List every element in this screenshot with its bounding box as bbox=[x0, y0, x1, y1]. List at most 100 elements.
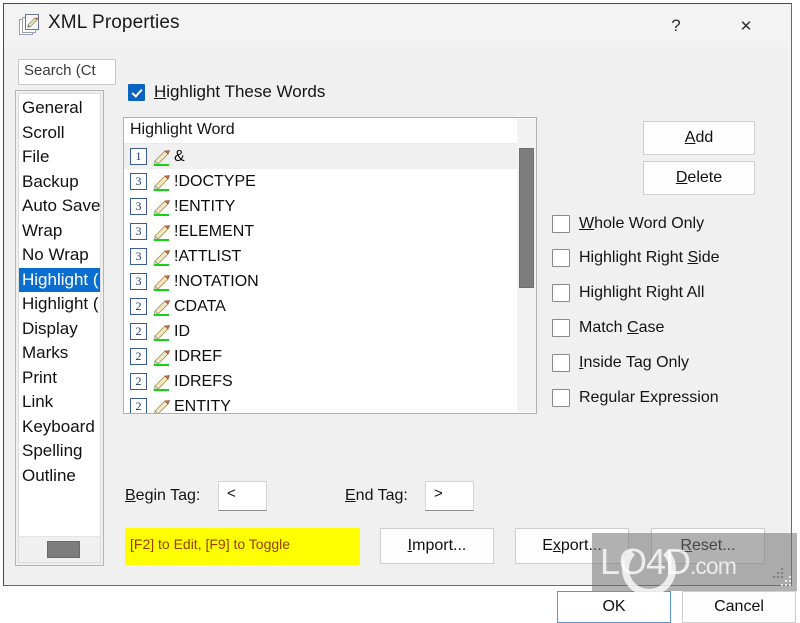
option-highlight-right-side[interactable]: Highlight Right Side bbox=[552, 249, 720, 267]
category-list-panel: General Scroll File Backup Auto Save Wrap No W… bbox=[15, 90, 104, 566]
option-label: Highlight Right Side bbox=[579, 249, 720, 266]
highlight-level-badge: 3 bbox=[130, 198, 147, 215]
sidebar-item-marks[interactable]: Marks bbox=[19, 341, 100, 366]
pencil-icon bbox=[152, 223, 172, 241]
highlight-word-row[interactable]: 3 !ATTLIST bbox=[124, 244, 517, 269]
export-button-label: Export... bbox=[542, 537, 602, 554]
title-bar: XML Properties ? ✕ bbox=[4, 4, 791, 47]
highlight-word-text: ID bbox=[174, 322, 190, 340]
pencil-icon bbox=[152, 348, 172, 366]
word-list-scroll-thumb[interactable] bbox=[519, 148, 534, 288]
sidebar-item-highlight[interactable]: Highlight ( bbox=[19, 292, 100, 317]
checkbox-box[interactable] bbox=[552, 215, 570, 233]
sidebar-item-no-wrap[interactable]: No Wrap bbox=[19, 243, 100, 268]
option-whole-word-only[interactable]: Whole Word Only bbox=[552, 215, 704, 233]
highlight-word-row[interactable]: 2 ID bbox=[124, 319, 517, 344]
highlight-word-text: !DOCTYPE bbox=[174, 172, 256, 190]
screenshot-root: XML Properties ? ✕ Search (Ct General Scr… bbox=[0, 0, 800, 623]
checkbox-box[interactable] bbox=[552, 284, 570, 302]
checkbox-box[interactable] bbox=[552, 354, 570, 372]
option-regular-expression[interactable]: Regular Expression bbox=[552, 389, 719, 407]
highlight-word-text: CDATA bbox=[174, 297, 226, 315]
sidebar-item-keyboard[interactable]: Keyboard bbox=[19, 415, 100, 440]
export-button[interactable]: Export... bbox=[515, 528, 629, 564]
search-input[interactable]: Search (Ct bbox=[18, 59, 116, 85]
highlight-word-list-panel: Highlight Word 1 & 3 !DOCTYPE 3 !ENTITY 3 !ELEM… bbox=[123, 117, 537, 414]
option-label: Inside Tag Only bbox=[579, 354, 689, 371]
highlight-level-badge: 3 bbox=[130, 248, 147, 265]
checkbox-box[interactable] bbox=[552, 319, 570, 337]
reset-button[interactable]: Reset... bbox=[651, 528, 765, 564]
resize-grip[interactable] bbox=[772, 567, 785, 580]
sidebar-item-display[interactable]: Display bbox=[19, 317, 100, 342]
accel-letter: B bbox=[125, 487, 136, 504]
highlight-level-badge: 2 bbox=[130, 323, 147, 340]
highlight-word-row[interactable]: 3 !NOTATION bbox=[124, 269, 517, 294]
sidebar-item-file[interactable]: File bbox=[19, 145, 100, 170]
close-button[interactable]: ✕ bbox=[723, 4, 769, 47]
option-match-case[interactable]: Match Case bbox=[552, 319, 664, 337]
pencil-icon bbox=[152, 373, 172, 391]
sidebar-item-highlight[interactable]: Highlight ( bbox=[19, 267, 100, 292]
highlight-word-row[interactable]: 1 & bbox=[124, 144, 517, 169]
category-list[interactable]: General Scroll File Backup Auto Save Wrap No W… bbox=[18, 93, 101, 563]
ok-button[interactable]: OK bbox=[557, 591, 671, 623]
category-horizontal-scrollbar[interactable] bbox=[19, 536, 100, 562]
sidebar-item-auto-save[interactable]: Auto Save bbox=[19, 194, 100, 219]
pencil-icon bbox=[152, 148, 172, 166]
delete-button-label: Delete bbox=[675, 169, 723, 186]
highlight-word-row[interactable]: 3 !ENTITY bbox=[124, 194, 517, 219]
sidebar-item-scroll[interactable]: Scroll bbox=[19, 121, 100, 146]
highlight-word-text: !ATTLIST bbox=[174, 247, 242, 265]
sidebar-item-wrap[interactable]: Wrap bbox=[19, 219, 100, 244]
sidebar-item-general[interactable]: General bbox=[19, 96, 100, 121]
highlight-word-row[interactable]: 2 CDATA bbox=[124, 294, 517, 319]
import-button-label: Import... bbox=[407, 537, 467, 554]
highlight-these-words-checkbox[interactable]: Highlight These Words bbox=[128, 82, 325, 102]
label-rest: egin Tag: bbox=[135, 487, 201, 504]
highlight-word-row[interactable]: 2 IDREF bbox=[124, 344, 517, 369]
reset-button-label: Reset... bbox=[680, 537, 736, 554]
highlight-word-row[interactable]: 2 IDREFS bbox=[124, 369, 517, 394]
help-button[interactable]: ? bbox=[653, 4, 699, 47]
highlight-word-rows[interactable]: 1 & 3 !DOCTYPE 3 !ENTITY 3 !ELEMENT 3 !ATTLIST 3 !N… bbox=[124, 144, 517, 413]
option-highlight-right-all[interactable]: Highlight Right All bbox=[552, 284, 704, 302]
highlight-word-text: !ENTITY bbox=[174, 197, 236, 215]
pencil-icon bbox=[152, 198, 172, 216]
end-tag-input[interactable]: > bbox=[425, 481, 474, 511]
pencil-icon bbox=[152, 173, 172, 191]
checkbox-box-checked[interactable] bbox=[128, 83, 145, 101]
sidebar-item-backup[interactable]: Backup bbox=[19, 170, 100, 195]
checkbox-box[interactable] bbox=[552, 249, 570, 267]
add-button[interactable]: Add bbox=[643, 121, 755, 155]
category-items: General Scroll File Backup Auto Save Wrap No W… bbox=[19, 96, 100, 536]
option-label: Regular Expression bbox=[579, 389, 719, 406]
sidebar-item-outline[interactable]: Outline bbox=[19, 464, 100, 489]
begin-tag-label: Begin Tag: bbox=[125, 487, 200, 505]
highlight-level-badge: 2 bbox=[130, 298, 147, 315]
category-scroll-thumb[interactable] bbox=[47, 541, 80, 558]
label-rest: nd Tag: bbox=[355, 487, 408, 504]
cancel-button[interactable]: Cancel bbox=[682, 591, 796, 623]
accel-letter: H bbox=[154, 82, 167, 101]
option-inside-tag-only[interactable]: Inside Tag Only bbox=[552, 354, 689, 372]
xml-properties-dialog: XML Properties ? ✕ Search (Ct General Scr… bbox=[3, 3, 796, 623]
highlight-word-row[interactable]: 3 !DOCTYPE bbox=[124, 169, 517, 194]
highlight-level-badge: 2 bbox=[130, 398, 147, 413]
highlight-word-text: & bbox=[174, 147, 185, 165]
highlight-word-text: !ELEMENT bbox=[174, 222, 255, 240]
sidebar-item-spelling[interactable]: Spelling bbox=[19, 439, 100, 464]
sidebar-item-link[interactable]: Link bbox=[19, 390, 100, 415]
word-list-vertical-scrollbar[interactable] bbox=[517, 119, 536, 412]
dialog-content: Search (Ct General Scroll File Backup Auto S… bbox=[4, 47, 796, 623]
highlight-word-text: !NOTATION bbox=[174, 272, 259, 290]
highlight-word-row[interactable]: 3 !ELEMENT bbox=[124, 219, 517, 244]
accel-letter: E bbox=[345, 487, 356, 504]
import-button[interactable]: Import... bbox=[380, 528, 494, 564]
highlight-word-row[interactable]: 2 ENTITY bbox=[124, 394, 517, 413]
sidebar-item-print[interactable]: Print bbox=[19, 366, 100, 391]
delete-button[interactable]: Delete bbox=[643, 161, 755, 195]
checkbox-box[interactable] bbox=[552, 389, 570, 407]
begin-tag-input[interactable]: < bbox=[218, 481, 267, 511]
highlight-level-badge: 3 bbox=[130, 223, 147, 240]
